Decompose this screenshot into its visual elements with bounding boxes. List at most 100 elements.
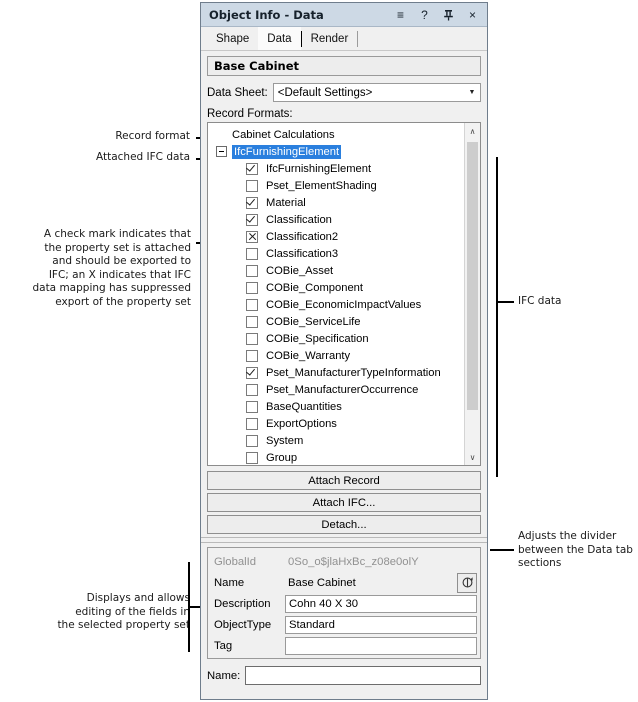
pin-icon[interactable]: [442, 8, 455, 22]
attach-record-button[interactable]: Attach Record: [207, 471, 481, 490]
scroll-down-icon[interactable]: ∨: [465, 449, 480, 465]
property-value-readonly: 0So_o$jlaHxBc_z08e0olY: [288, 555, 419, 568]
record-formats-listbox[interactable]: Cabinet Calculations IfcFurnishingElement…: [207, 122, 481, 466]
property-row: Tag: [211, 636, 477, 655]
list-item[interactable]: Pset_ManufacturerOccurrence: [208, 381, 464, 398]
list-item-label: Pset_ElementShading: [266, 179, 377, 192]
chevron-down-icon[interactable]: ▼: [464, 89, 480, 96]
list-item-label: System: [266, 434, 304, 447]
list-item[interactable]: Classification2: [208, 228, 464, 245]
property-name: ObjectType: [214, 618, 272, 631]
checkbox-unchecked[interactable]: [246, 417, 258, 430]
property-row: Name Base Cabinet: [211, 572, 477, 593]
window-title: Object Info - Data: [209, 7, 324, 22]
data-sheet-select[interactable]: <Default Settings> ▼: [272, 83, 481, 102]
list-item[interactable]: COBie_Asset: [208, 262, 464, 279]
list-item[interactable]: Classification: [208, 211, 464, 228]
list-item[interactable]: BaseQuantities: [208, 398, 464, 415]
list-item-label: BaseQuantities: [266, 400, 342, 413]
record-formats-label: Record Formats:: [207, 108, 293, 120]
property-value-input[interactable]: Cohn 40 X 30: [285, 594, 477, 613]
data-sheet-row: Data Sheet: <Default Settings> ▼: [207, 83, 481, 102]
property-name: Name: [214, 576, 245, 589]
checkbox-checked[interactable]: [246, 162, 258, 175]
property-row: GlobalId 0So_o$jlaHxBc_z08e0olY: [211, 552, 477, 571]
list-item-label: Pset_ManufacturerTypeInformation: [266, 366, 441, 379]
scroll-up-icon[interactable]: ∧: [465, 123, 480, 139]
property-row: ObjectType Standard: [211, 615, 477, 634]
scrollbar-track[interactable]: [465, 139, 480, 449]
section-divider[interactable]: [201, 537, 487, 543]
annotation-displays-allows: Displays and allows editing of the field…: [57, 592, 190, 631]
checkbox-unchecked[interactable]: [246, 332, 258, 345]
tab-render[interactable]: Render: [302, 27, 358, 50]
property-value-readonly: Base Cabinet: [288, 576, 356, 589]
list-item-label: ExportOptions: [266, 417, 337, 430]
data-sheet-value: <Default Settings>: [277, 86, 373, 99]
circular-arrow-icon[interactable]: [457, 572, 477, 593]
list-item[interactable]: System: [208, 432, 464, 449]
checkbox-unchecked[interactable]: [246, 298, 258, 311]
panel-body: Base Cabinet Data Sheet: <Default Settin…: [201, 51, 487, 685]
checkbox-unchecked[interactable]: [246, 383, 258, 396]
close-icon[interactable]: ×: [466, 8, 479, 22]
list-item[interactable]: IfcFurnishingElement: [208, 160, 464, 177]
list-item[interactable]: IfcFurnishingElement: [208, 143, 464, 160]
checkbox-unchecked[interactable]: [246, 400, 258, 413]
bracket-ifc-data: [496, 157, 498, 477]
checkbox-checked[interactable]: [246, 196, 258, 209]
property-value-input[interactable]: [285, 636, 477, 655]
tabstrip: Shape Data Render: [201, 27, 487, 51]
leader-adjusts-divider: [490, 549, 514, 551]
detach-button[interactable]: Detach...: [207, 515, 481, 534]
record-formats-list: Cabinet Calculations IfcFurnishingElement…: [208, 123, 464, 465]
annotation-record-format: Record format: [115, 130, 190, 142]
list-item[interactable]: ExportOptions: [208, 415, 464, 432]
checkbox-unchecked[interactable]: [246, 264, 258, 277]
list-item-label: Classification: [266, 213, 332, 226]
list-item[interactable]: Material: [208, 194, 464, 211]
property-value-input[interactable]: Standard: [285, 615, 477, 634]
list-item-label: Cabinet Calculations: [232, 128, 335, 141]
list-item[interactable]: Classification3: [208, 245, 464, 262]
menu-icon[interactable]: ≡: [394, 8, 407, 22]
list-item[interactable]: COBie_Warranty: [208, 347, 464, 364]
list-item-label: IfcFurnishingElement: [232, 144, 342, 159]
list-item[interactable]: Cabinet Calculations: [208, 126, 464, 143]
checkbox-checked[interactable]: [246, 213, 258, 226]
list-item[interactable]: Pset_ElementShading: [208, 177, 464, 194]
bottom-name-input[interactable]: [245, 666, 481, 685]
tab-separator-2: [357, 31, 359, 47]
checkbox-cross[interactable]: [246, 230, 258, 243]
list-item-label: Classification2: [266, 230, 339, 243]
property-row: Description Cohn 40 X 30: [211, 594, 477, 613]
list-item[interactable]: COBie_Component: [208, 279, 464, 296]
list-item[interactable]: Pset_ManufacturerTypeInformation: [208, 364, 464, 381]
object-name-bar: Base Cabinet: [207, 56, 481, 76]
checkbox-unchecked[interactable]: [246, 349, 258, 362]
checkbox-unchecked[interactable]: [246, 434, 258, 447]
checkbox-unchecked[interactable]: [246, 315, 258, 328]
checkbox-unchecked[interactable]: [246, 247, 258, 260]
expander-collapse-icon[interactable]: [216, 146, 227, 157]
tab-data[interactable]: Data: [258, 27, 301, 50]
list-item-label: Group: [266, 451, 298, 464]
checkbox-checked[interactable]: [246, 366, 258, 379]
attach-ifc-button[interactable]: Attach IFC...: [207, 493, 481, 512]
property-name: GlobalId: [214, 555, 257, 568]
help-icon[interactable]: ?: [418, 8, 431, 22]
list-item[interactable]: Group: [208, 449, 464, 465]
list-vertical-scrollbar[interactable]: ∧ ∨: [464, 123, 480, 465]
circular-arrow-glyph: [462, 577, 473, 588]
list-item[interactable]: COBie_EconomicImpactValues: [208, 296, 464, 313]
list-item[interactable]: COBie_ServiceLife: [208, 313, 464, 330]
property-name: Tag: [214, 639, 233, 652]
titlebar: Object Info - Data ≡ ? ×: [201, 3, 487, 27]
checkbox-unchecked[interactable]: [246, 281, 258, 294]
checkbox-unchecked[interactable]: [246, 451, 258, 464]
list-item[interactable]: COBie_Specification: [208, 330, 464, 347]
tab-shape[interactable]: Shape: [207, 27, 258, 50]
scrollbar-thumb[interactable]: [467, 142, 478, 410]
leader-ifc-data: [496, 301, 514, 303]
checkbox-unchecked[interactable]: [246, 179, 258, 192]
